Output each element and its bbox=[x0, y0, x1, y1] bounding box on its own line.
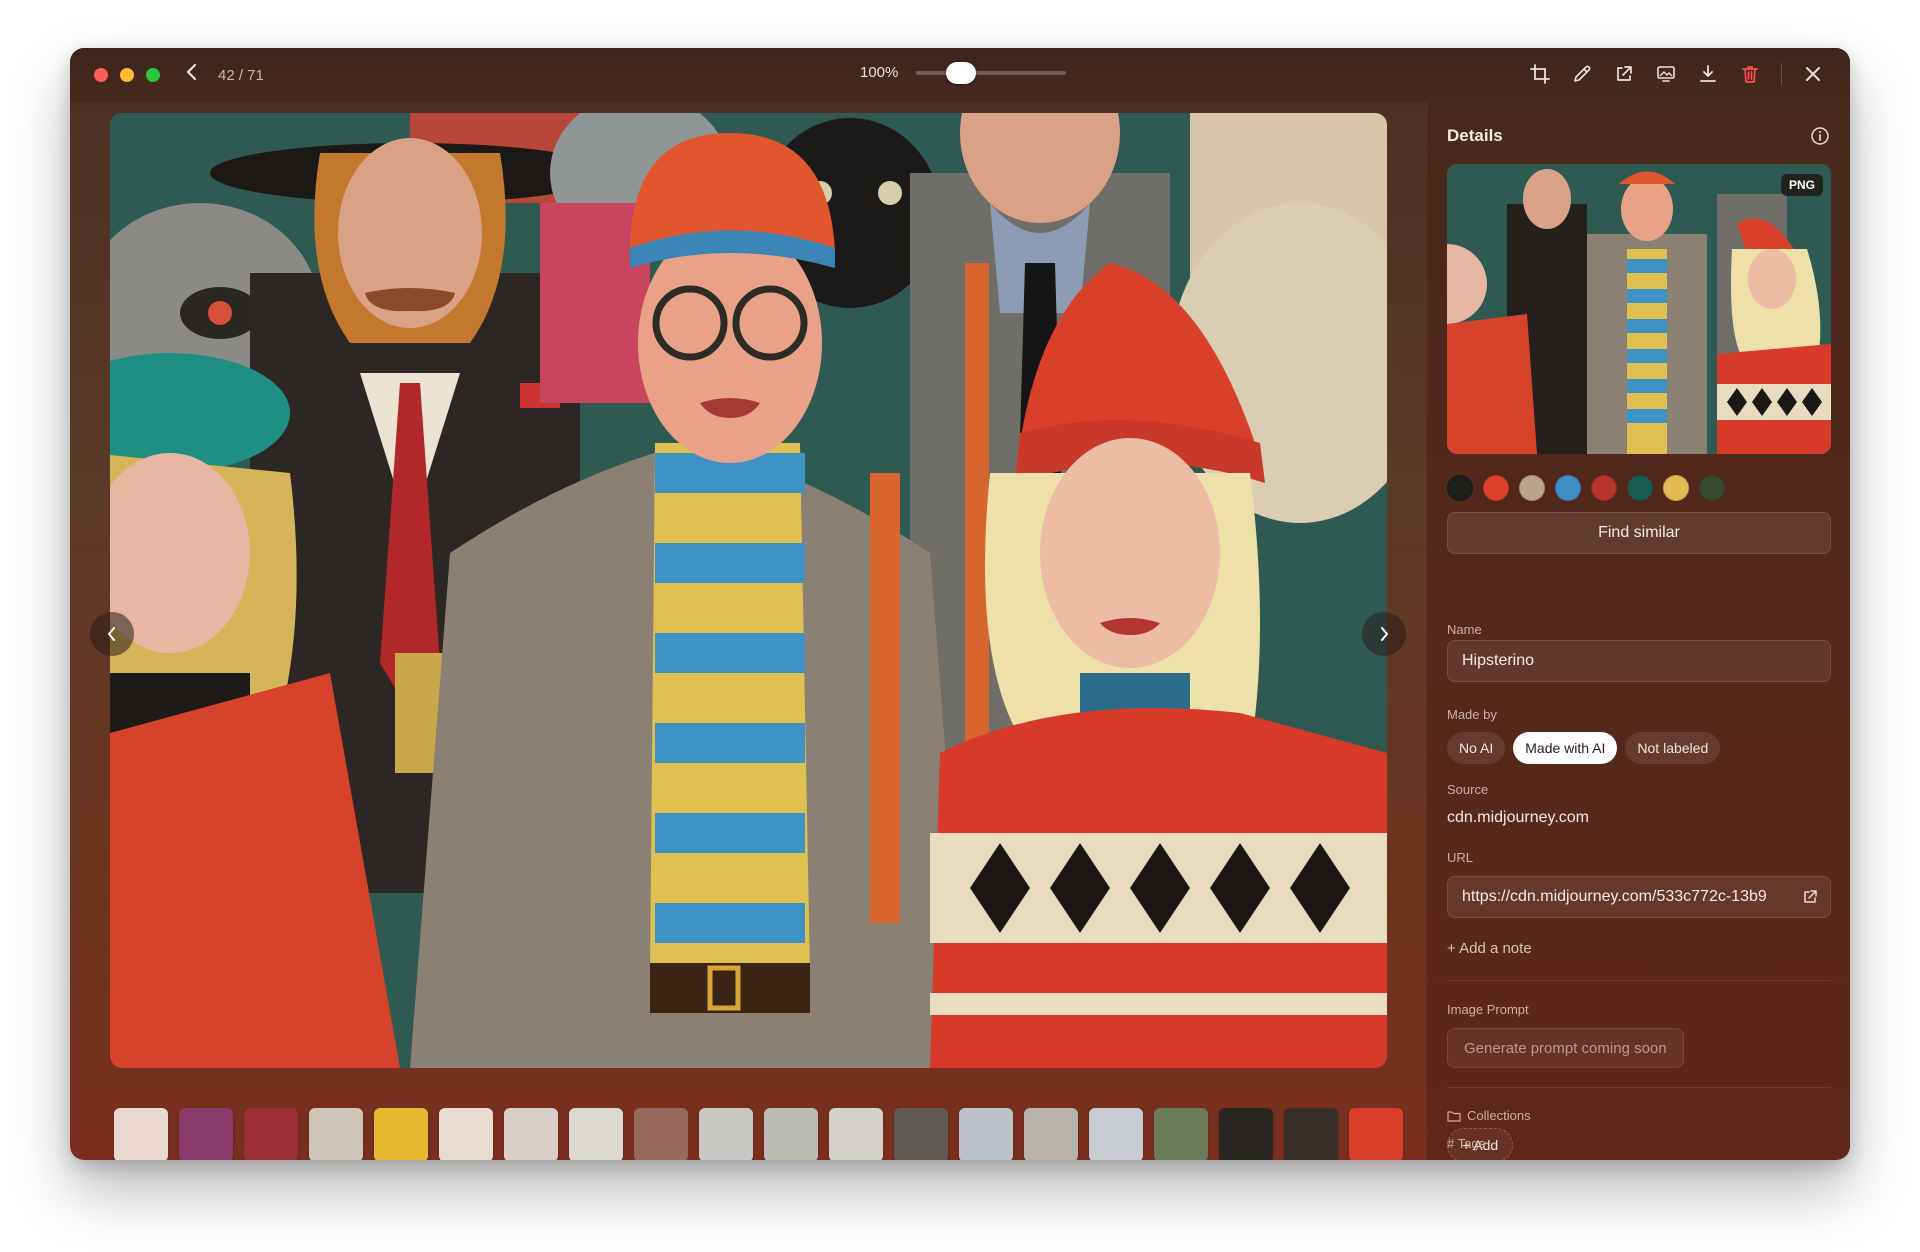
image-prompt-label: Image Prompt bbox=[1447, 1002, 1529, 1017]
zoom-window-button[interactable] bbox=[146, 68, 160, 82]
set-wallpaper-icon bbox=[1657, 66, 1675, 82]
close-icon bbox=[1806, 67, 1820, 81]
back-button[interactable] bbox=[182, 63, 202, 87]
download-icon bbox=[1700, 65, 1716, 82]
main-image bbox=[110, 113, 1387, 1068]
color-swatch[interactable] bbox=[1699, 475, 1725, 501]
filmstrip-thumbnail[interactable] bbox=[1154, 1108, 1208, 1160]
collections-header: Collections bbox=[1447, 1108, 1531, 1123]
chevron-left-icon bbox=[186, 63, 197, 81]
trash-icon bbox=[1742, 66, 1758, 83]
tags-label: # Tags bbox=[1447, 1136, 1486, 1151]
info-icon[interactable] bbox=[1810, 126, 1830, 146]
zoom-control: 100% bbox=[860, 61, 1067, 84]
name-field[interactable]: Hipsterino bbox=[1447, 640, 1831, 682]
zoom-level: 100% bbox=[860, 64, 899, 81]
filmstrip-thumbnail[interactable] bbox=[244, 1108, 298, 1160]
color-swatch[interactable] bbox=[1627, 475, 1653, 501]
made-by-option-not-labeled[interactable]: Not labeled bbox=[1625, 732, 1721, 764]
details-title: Details bbox=[1447, 126, 1503, 145]
made-by-option-no-ai[interactable]: No AI bbox=[1447, 732, 1506, 764]
app-window: 42 / 71 100% Details PNG Find similar Na… bbox=[70, 48, 1850, 1160]
image-viewer bbox=[70, 102, 1426, 1160]
filmstrip-thumbnail[interactable] bbox=[699, 1108, 753, 1160]
filmstrip bbox=[114, 1108, 1403, 1160]
minimize-window-button[interactable] bbox=[120, 68, 134, 82]
color-swatch[interactable] bbox=[1663, 475, 1689, 501]
filmstrip-thumbnail[interactable] bbox=[569, 1108, 623, 1160]
crop-icon bbox=[1530, 64, 1550, 84]
chevron-left-icon bbox=[108, 627, 115, 641]
made-by-selector: No AI Made with AI Not labeled bbox=[1447, 732, 1721, 764]
name-label: Name bbox=[1447, 622, 1482, 637]
color-swatch[interactable] bbox=[1483, 475, 1509, 501]
color-swatch[interactable] bbox=[1591, 475, 1617, 501]
filmstrip-thumbnail[interactable] bbox=[959, 1108, 1013, 1160]
details-panel: Details PNG Find similar Name Hipsterino… bbox=[1426, 102, 1850, 1160]
toolbar-divider bbox=[1781, 63, 1782, 85]
source-label: Source bbox=[1447, 782, 1489, 797]
crop-button[interactable] bbox=[1529, 62, 1551, 86]
preview-thumbnail bbox=[1447, 164, 1831, 454]
filmstrip-thumbnail[interactable] bbox=[1219, 1108, 1273, 1160]
add-note-button[interactable]: + Add a note bbox=[1447, 940, 1532, 957]
filmstrip-thumbnail[interactable] bbox=[1089, 1108, 1143, 1160]
close-window-button[interactable] bbox=[94, 68, 108, 82]
filmstrip-thumbnail[interactable] bbox=[1284, 1108, 1338, 1160]
filmstrip-thumbnail[interactable] bbox=[374, 1108, 428, 1160]
section-divider bbox=[1447, 1087, 1831, 1088]
filmstrip-thumbnail[interactable] bbox=[1024, 1108, 1078, 1160]
collections-label: Collections bbox=[1467, 1108, 1531, 1123]
next-image-button[interactable] bbox=[1362, 612, 1406, 656]
filmstrip-thumbnail[interactable] bbox=[504, 1108, 558, 1160]
image-counter: 42 / 71 bbox=[218, 66, 264, 84]
filmstrip-thumbnail[interactable] bbox=[764, 1108, 818, 1160]
find-similar-button[interactable]: Find similar bbox=[1447, 512, 1831, 554]
image-preview: PNG bbox=[1447, 164, 1831, 454]
painting-illustration bbox=[110, 113, 1387, 1068]
filmstrip-thumbnail[interactable] bbox=[894, 1108, 948, 1160]
toolbar bbox=[1529, 62, 1824, 86]
set-wallpaper-button[interactable] bbox=[1655, 62, 1677, 86]
title-bar: 42 / 71 100% bbox=[70, 48, 1850, 102]
open-external-icon bbox=[1617, 66, 1632, 81]
folder-icon bbox=[1447, 1110, 1461, 1122]
section-divider bbox=[1447, 980, 1831, 981]
open-external-button[interactable] bbox=[1613, 62, 1635, 86]
eyedropper-icon bbox=[1574, 65, 1591, 82]
filmstrip-thumbnail[interactable] bbox=[1349, 1108, 1403, 1160]
url-label: URL bbox=[1447, 850, 1474, 865]
open-link-icon[interactable] bbox=[1802, 889, 1818, 905]
filmstrip-thumbnail[interactable] bbox=[114, 1108, 168, 1160]
filmstrip-thumbnail[interactable] bbox=[829, 1108, 883, 1160]
color-swatch[interactable] bbox=[1555, 475, 1581, 501]
url-field[interactable]: https://cdn.midjourney.com/533c772c-13b9 bbox=[1447, 876, 1831, 918]
filmstrip-thumbnail[interactable] bbox=[309, 1108, 363, 1160]
color-palette bbox=[1447, 475, 1725, 501]
close-viewer-button[interactable] bbox=[1802, 62, 1824, 86]
zoom-slider-handle[interactable] bbox=[946, 61, 977, 84]
generate-prompt-button[interactable]: Generate prompt coming soon bbox=[1447, 1028, 1684, 1068]
zoom-slider[interactable] bbox=[916, 61, 1067, 84]
file-type-badge: PNG bbox=[1780, 174, 1823, 196]
source-value: cdn.midjourney.com bbox=[1447, 809, 1589, 826]
color-swatch[interactable] bbox=[1519, 475, 1545, 501]
color-swatch[interactable] bbox=[1447, 475, 1473, 501]
filmstrip-thumbnail[interactable] bbox=[439, 1108, 493, 1160]
window-controls bbox=[94, 68, 160, 82]
filmstrip-thumbnail[interactable] bbox=[179, 1108, 233, 1160]
download-button[interactable] bbox=[1697, 62, 1719, 86]
eyedropper-button[interactable] bbox=[1571, 62, 1593, 86]
chevron-right-icon bbox=[1381, 627, 1388, 641]
filmstrip-thumbnail[interactable] bbox=[634, 1108, 688, 1160]
made-by-label: Made by bbox=[1447, 707, 1497, 722]
previous-image-button[interactable] bbox=[90, 612, 134, 656]
delete-button[interactable] bbox=[1739, 62, 1761, 86]
made-by-option-made-with-ai[interactable]: Made with AI bbox=[1513, 732, 1618, 764]
url-value: https://cdn.midjourney.com/533c772c-13b9 bbox=[1462, 888, 1767, 905]
